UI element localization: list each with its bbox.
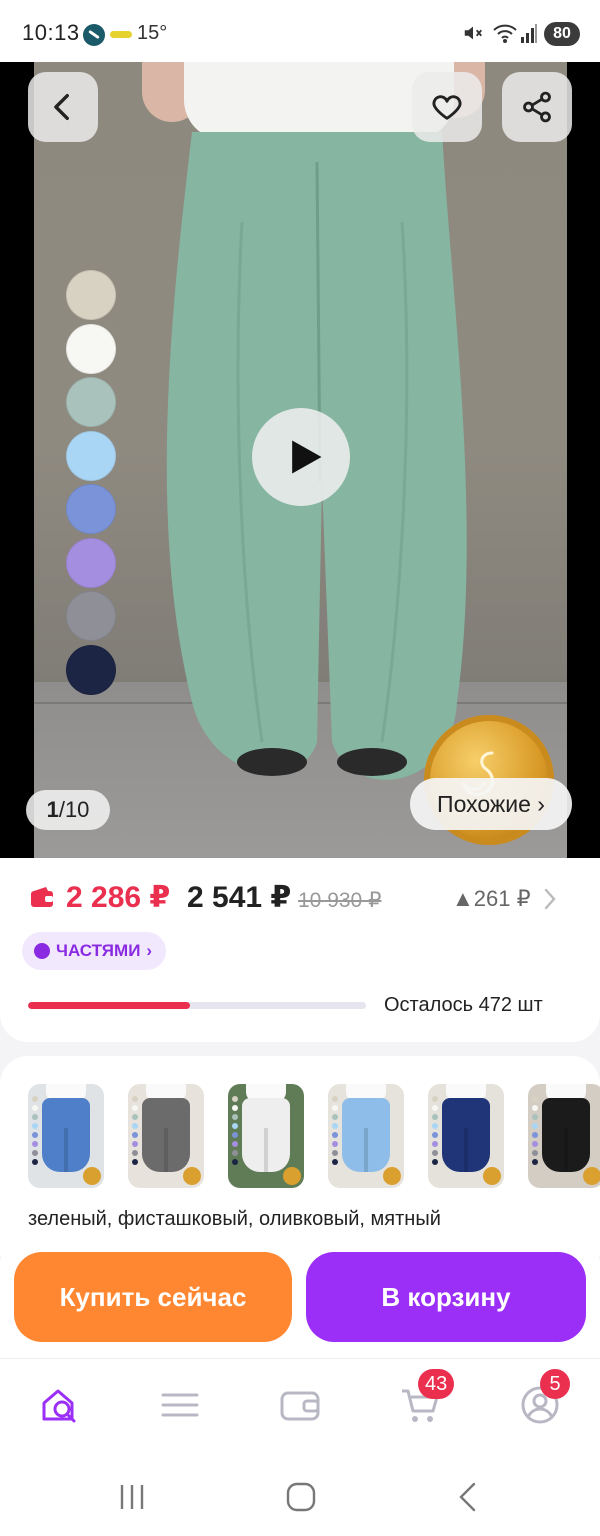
price-alt: 2 541 ₽ (187, 881, 292, 914)
color-swatch[interactable] (66, 644, 116, 695)
variant-thumbnail-white[interactable] (228, 1084, 304, 1188)
pie-icon (34, 943, 50, 959)
color-swatch[interactable] (66, 537, 116, 588)
variant-thumbnail-light-blue[interactable] (328, 1084, 404, 1188)
recents-icon[interactable] (116, 1480, 150, 1514)
wallet-price-icon (31, 887, 53, 907)
play-icon (292, 440, 322, 474)
home-icon[interactable] (284, 1480, 318, 1514)
variant-thumbnail-blue[interactable] (28, 1084, 104, 1188)
add-to-cart-button[interactable]: В корзину (306, 1252, 586, 1342)
favorite-button[interactable] (412, 72, 482, 142)
back-icon (54, 93, 69, 121)
nav-cart[interactable]: 43 (398, 1369, 455, 1427)
back-button[interactable] (28, 72, 98, 142)
heart-icon (432, 95, 462, 120)
action-bar: Купить сейчас В корзину (0, 1240, 600, 1358)
price-current: 2 286 ₽ (66, 881, 171, 914)
color-swatch[interactable] (66, 430, 116, 481)
back-nav-icon[interactable] (452, 1480, 486, 1514)
stock-remaining: Осталось 472 шт (384, 994, 543, 1016)
variant-thumbnail-gray[interactable] (128, 1084, 204, 1188)
nav-home[interactable] (38, 1383, 82, 1427)
profile-badge: 5 (540, 1369, 570, 1399)
premium-badge-icon (483, 1167, 501, 1185)
premium-badge-icon (83, 1167, 101, 1185)
system-navigation (0, 1454, 600, 1536)
product-screen: 10:13 15° 80 1/10 Похожие › 2 286 ₽ 2 54… (0, 0, 600, 1536)
status-time: 10:13 (22, 20, 80, 45)
color-swatch[interactable] (66, 270, 116, 320)
variant-thumbnail-black[interactable] (528, 1084, 600, 1188)
status-temperature: 15° (137, 22, 168, 44)
mute-icon (464, 26, 482, 40)
cart-badge: 43 (418, 1369, 455, 1399)
installments-badge[interactable]: ЧАСТЯМИ › (22, 932, 167, 970)
buy-now-button[interactable]: Купить сейчас (14, 1252, 292, 1342)
premium-badge-icon (383, 1167, 401, 1185)
menu-icon (161, 1393, 199, 1417)
chevron-right-icon: › (146, 941, 153, 960)
signal-icon (521, 24, 537, 43)
chevron-right-icon[interactable] (540, 886, 560, 912)
color-swatch[interactable] (66, 484, 116, 534)
nav-catalog[interactable] (158, 1383, 202, 1427)
premium-badge-icon (183, 1167, 201, 1185)
app-notification-icon (83, 24, 105, 46)
share-button[interactable] (502, 72, 572, 142)
product-gallery[interactable]: 1/10 Похожие › (0, 62, 600, 858)
price-old: 10 930 ₽ (298, 889, 382, 912)
stock-progress-fill (28, 1002, 191, 1009)
gallery-counter: 1/10 (26, 790, 110, 830)
nav-profile[interactable]: 5 (518, 1369, 570, 1427)
nav-wallet[interactable] (278, 1383, 322, 1427)
color-swatch[interactable] (66, 323, 116, 374)
variants-card: зеленый, фисташковый, оливковый, мятный (0, 1056, 600, 1256)
wallet-icon (280, 1391, 320, 1421)
similar-button[interactable]: Похожие › (410, 778, 572, 830)
bottom-navigation: 43 5 (0, 1358, 600, 1454)
color-swatches (66, 270, 116, 698)
battery-indicator: 80 (544, 22, 580, 46)
selected-variant-name: зеленый, фисташковый, оливковый, мятный (28, 1208, 441, 1230)
price-delta[interactable]: ▲261 ₽ (452, 886, 531, 912)
color-swatch[interactable] (66, 377, 116, 427)
variant-thumbnails (28, 1084, 600, 1190)
search-home-icon (42, 1389, 76, 1423)
variant-thumbnail-navy[interactable] (428, 1084, 504, 1188)
color-swatch[interactable] (66, 591, 116, 641)
premium-badge-icon (283, 1167, 301, 1185)
share-icon (523, 91, 551, 123)
status-bar: 10:13 15° 80 (0, 0, 600, 62)
stock-progress (28, 1002, 366, 1009)
app-notification-icon-2 (110, 31, 132, 38)
wifi-icon (493, 24, 517, 43)
premium-badge-icon (583, 1167, 600, 1185)
play-video-button[interactable] (252, 408, 350, 506)
price-card: 2 286 ₽ 2 541 ₽ 10 930 ₽ ▲261 ₽ ЧАСТЯМИ … (0, 858, 600, 1042)
